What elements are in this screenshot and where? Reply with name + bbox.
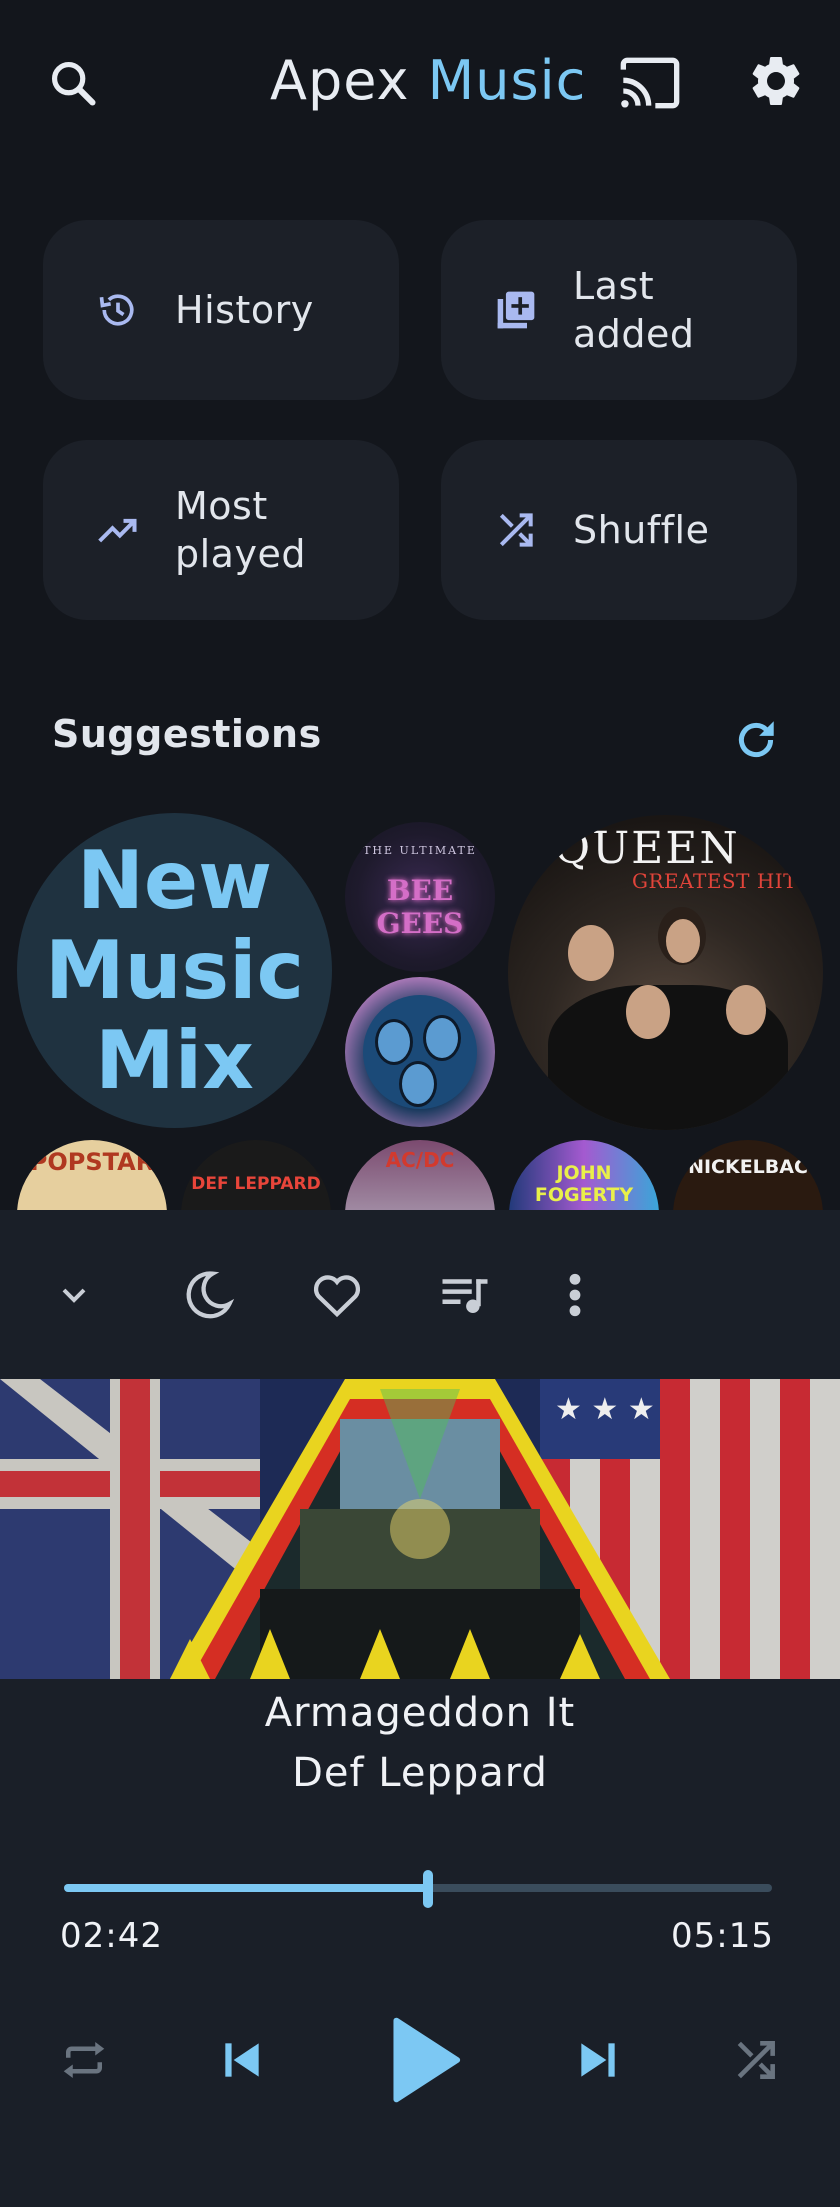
last-added-label: Last added (573, 264, 695, 356)
queen-face-2 (666, 919, 700, 963)
acdc-text: AC/DC (385, 1148, 455, 1172)
settings-icon (752, 56, 800, 105)
queen-subtitle: GREATEST HITS (632, 869, 812, 893)
queue-icon (442, 1279, 488, 1313)
album-artwork-image: ★ ★ ★ (0, 1379, 840, 1679)
search-icon (51, 61, 96, 106)
nickelback-text: NICKELBAC (688, 1156, 808, 1178)
more-options-button[interactable] (540, 1260, 610, 1330)
new-music-mix[interactable]: New Music Mix (17, 813, 332, 1128)
search-button[interactable] (40, 50, 106, 116)
last-added-tile[interactable]: Last added (441, 220, 797, 400)
cast-icon (620, 57, 680, 109)
queen-face-4 (726, 985, 766, 1035)
kiss-album[interactable] (345, 977, 495, 1127)
refresh-button[interactable] (728, 712, 784, 768)
more-icon (569, 1273, 581, 1317)
popstar-text: POPSTAR (29, 1148, 155, 1176)
song-title: Armageddon It (264, 1690, 576, 1736)
progress-thumb[interactable] (422, 1870, 433, 1908)
library-add-icon (497, 291, 535, 329)
player-toolbar (0, 1210, 840, 1380)
john-fogerty-album[interactable]: JOHN FOGERTY (509, 1140, 659, 1210)
acdc-album[interactable]: AC/DC (345, 1140, 495, 1210)
def-leppard-text: DEF LEPPARD (191, 1174, 321, 1194)
kiss-face-1 (375, 1019, 413, 1065)
john-fogerty-text: JOHN FOGERTY (534, 1162, 634, 1206)
total-time: 05:15 (671, 1916, 774, 1956)
progress-slider[interactable] (64, 1868, 772, 1908)
bee-gees-main-text: BEE GEES (376, 874, 464, 940)
shuffle-icon (499, 513, 533, 547)
history-label: History (175, 288, 314, 332)
kiss-face-3 (399, 1061, 437, 1107)
sleep-timer-button[interactable] (173, 1260, 243, 1330)
bee-gees-top-text: THE ULTIMATE (363, 844, 477, 857)
repeat-button[interactable] (54, 2030, 114, 2090)
current-time: 02:42 (60, 1916, 163, 1956)
svg-text:★ ★ ★: ★ ★ ★ (555, 1392, 655, 1427)
top-app-bar: Apex Music (0, 0, 840, 165)
history-tile[interactable]: History (43, 220, 399, 400)
queen-logo-text: QUEEN (554, 823, 740, 874)
chevron-down-icon (62, 1288, 86, 1303)
nickelback-album[interactable]: NICKELBAC (673, 1140, 823, 1210)
queen-face-1 (568, 925, 614, 981)
refresh-icon (738, 721, 774, 758)
album-artwork[interactable]: ★ ★ ★ (0, 1379, 840, 1679)
suggestions-title: Suggestions (52, 712, 322, 756)
previous-button[interactable] (212, 2030, 272, 2090)
play-button[interactable] (384, 2010, 466, 2110)
popstar-album[interactable]: POPSTAR (17, 1140, 167, 1210)
shuffle-tile[interactable]: Shuffle (441, 440, 797, 620)
queen-album[interactable]: QUEEN GREATEST HITS (508, 815, 823, 1130)
next-icon (581, 2043, 615, 2077)
most-played-tile[interactable]: Most played (43, 440, 399, 620)
next-button[interactable] (568, 2030, 628, 2090)
shuffle-icon (737, 2041, 775, 2079)
favorite-button[interactable] (302, 1260, 372, 1330)
history-icon (99, 294, 134, 326)
trending-up-icon (98, 518, 137, 543)
most-played-label: Most played (175, 484, 306, 576)
bee-gees-album[interactable]: THE ULTIMATE BEE GEES (345, 822, 495, 972)
previous-icon (225, 2043, 259, 2077)
app-title-part2: Music (427, 49, 587, 112)
shuffle-label: Shuffle (573, 508, 710, 552)
suggestions-second-row: POPSTAR DEF LEPPARD AC/DC JOHN FOGERTY N… (0, 1140, 840, 1210)
cast-button[interactable] (612, 50, 688, 116)
app-title: Apex Music (270, 46, 586, 116)
new-music-mix-label: New Music Mix (44, 833, 305, 1107)
song-artist[interactable]: Def Leppard (0, 1750, 840, 1796)
play-icon (393, 2017, 461, 2103)
favorite-icon (313, 1275, 361, 1318)
kiss-face-2 (423, 1015, 461, 1061)
settings-button[interactable] (741, 46, 811, 116)
def-leppard-album[interactable]: DEF LEPPARD (181, 1140, 331, 1210)
repeat-icon (63, 2042, 105, 2078)
sleep-timer-icon (186, 1271, 235, 1319)
queue-button[interactable] (430, 1260, 500, 1330)
progress-fill (64, 1884, 428, 1892)
shuffle-button[interactable] (726, 2030, 786, 2090)
app-title-part1: Apex (270, 49, 410, 112)
collapse-button[interactable] (39, 1260, 109, 1330)
now-playing-sheet: ★ ★ ★ Armageddon It Def Leppard 02:42 05… (0, 1210, 840, 2207)
queen-face-3 (626, 985, 670, 1039)
